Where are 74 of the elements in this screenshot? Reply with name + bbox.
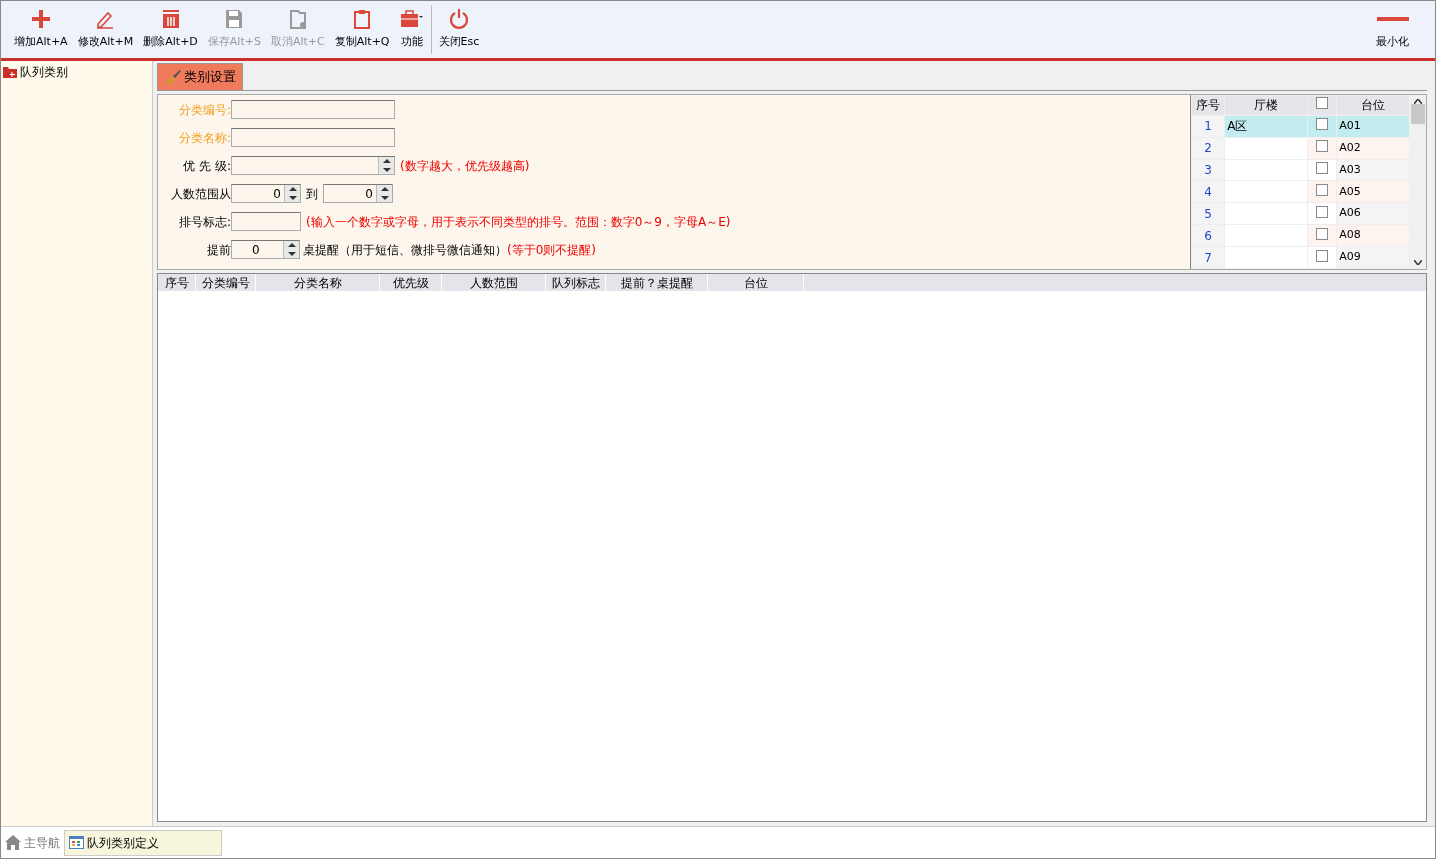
checkbox[interactable] xyxy=(1316,162,1329,174)
column-header: 台位 xyxy=(708,274,804,291)
spin-field[interactable] xyxy=(231,156,395,175)
field-label: 分类名称: xyxy=(177,129,231,147)
row-number: 4 xyxy=(1191,180,1225,203)
field-label: 分类编号: xyxy=(177,101,231,119)
column-header: 分类编号 xyxy=(196,274,256,291)
row-number: 2 xyxy=(1191,137,1225,160)
column-header: 队列标志 xyxy=(546,274,606,291)
field-label: 桌提醒（用于短信、微排号微信通知） xyxy=(303,241,507,259)
toolbar-button[interactable]: 增加Alt+A xyxy=(9,1,73,58)
power-icon xyxy=(447,8,470,31)
checkbox[interactable] xyxy=(1316,140,1329,153)
minimize-button[interactable]: 最小化 xyxy=(1350,1,1435,58)
column-header: 分类名称 xyxy=(256,274,380,291)
window-icon xyxy=(69,836,84,849)
checkbox[interactable] xyxy=(1316,118,1329,131)
tree-item[interactable]: 队列类别 xyxy=(3,63,150,81)
field-label: 优 先 级: xyxy=(182,157,231,175)
down-arrow-icon[interactable] xyxy=(288,195,297,200)
scrollbar[interactable] xyxy=(1410,95,1426,269)
field-label: 人数范围从 xyxy=(170,185,231,203)
up-arrow-icon[interactable] xyxy=(288,187,297,192)
column-header: 人数范围 xyxy=(442,274,546,291)
toolbar-button[interactable]: 修改Alt+M xyxy=(72,1,139,58)
down-arrow-icon[interactable] xyxy=(380,195,389,200)
tab[interactable]: 队列类别定义 xyxy=(64,829,222,856)
down-arrow-icon[interactable] xyxy=(382,167,391,172)
toolbar-button[interactable]: 删除Alt+D xyxy=(138,1,203,58)
input-field[interactable] xyxy=(231,100,395,119)
column-header: 台位 xyxy=(1336,95,1410,116)
column-header: 序号 xyxy=(158,274,196,291)
field-label: 提前 xyxy=(206,241,231,259)
up-arrow-icon[interactable] xyxy=(287,243,296,248)
scrollbar-thumb[interactable] xyxy=(1411,104,1425,124)
plus-icon xyxy=(29,8,52,31)
scroll-down-icon[interactable] xyxy=(1414,260,1422,265)
toolbar-button[interactable]: 复制Alt+Q xyxy=(329,1,395,58)
spin-field[interactable]: 0 xyxy=(231,184,301,203)
checkbox[interactable] xyxy=(1316,227,1329,240)
row-number: 5 xyxy=(1191,202,1225,225)
down-arrow-icon[interactable] xyxy=(287,251,296,256)
spin-field[interactable]: 0 xyxy=(231,240,300,259)
tab[interactable]: 类别设置 xyxy=(157,63,243,90)
column-header: 提前？桌提醒 xyxy=(606,274,708,291)
field-label: 到 xyxy=(306,185,318,203)
toolbar-button[interactable]: 关闭Esc xyxy=(433,1,485,58)
up-arrow-icon[interactable] xyxy=(382,159,391,164)
toolbar-button[interactable]: 功能 xyxy=(394,1,429,58)
hint-text: (等于0则不提醒) xyxy=(507,241,596,259)
checkbox[interactable] xyxy=(1316,183,1329,196)
up-arrow-icon[interactable] xyxy=(380,187,389,192)
checkbox[interactable] xyxy=(1316,97,1329,110)
minimize-icon xyxy=(1376,17,1409,22)
row-number: 3 xyxy=(1191,159,1225,181)
row-number: 1 xyxy=(1191,115,1225,138)
row-number: 6 xyxy=(1191,224,1225,247)
field-label: 排号标志: xyxy=(177,213,231,231)
home-icon xyxy=(5,835,21,850)
column-header: 优先级 xyxy=(380,274,442,291)
folder-icon xyxy=(3,66,17,78)
checkbox[interactable] xyxy=(1316,205,1329,218)
column-header: 厅楼 xyxy=(1224,95,1308,116)
checkbox[interactable] xyxy=(1316,249,1329,262)
input-field[interactable] xyxy=(231,128,395,147)
row-number: 7 xyxy=(1191,246,1225,269)
hint-text: (数字越大，优先级越高) xyxy=(400,157,530,175)
input-field[interactable] xyxy=(231,212,301,231)
spin-field[interactable]: 0 xyxy=(323,184,393,203)
scroll-up-icon[interactable] xyxy=(1414,99,1422,104)
tab[interactable]: 主导航 xyxy=(1,830,64,855)
hint-text: (输入一个数字或字母，用于表示不同类型的排号。范围：数字0～9，字母A～E) xyxy=(306,213,731,231)
column-header: 序号 xyxy=(1191,95,1225,116)
brush-icon xyxy=(164,69,182,85)
